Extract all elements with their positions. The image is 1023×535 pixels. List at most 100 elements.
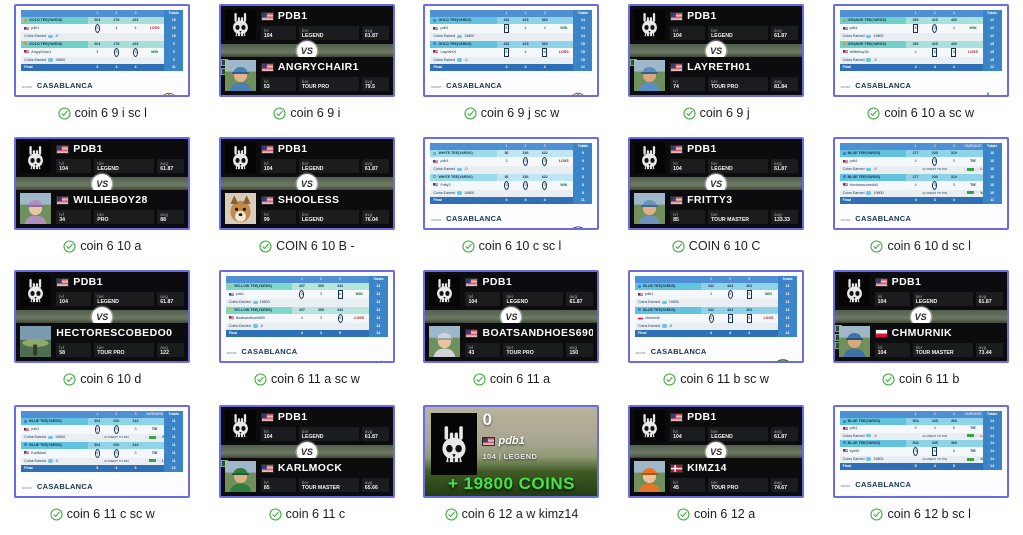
- coins-earned-label: Coins Earned 19800: [21, 56, 88, 64]
- coins-earned-row: Coins Earned -0 9: [430, 166, 593, 174]
- vs-match-card[interactable]: PDB1 lvl 104 tier LEGEND avg 61.87 VS CHMURNIK lv…: [834, 272, 1007, 361]
- coin-win-card[interactable]: 0 pdb1 104 | LEGEND + 19800 COINS: [425, 407, 598, 496]
- vs-match-card[interactable]: PDB1 lvl 104 tier LEGEND avg 61.87 VS WILLIEBOY2…: [16, 139, 189, 228]
- caption[interactable]: coin 6 11 a: [473, 372, 550, 386]
- scorecard-card[interactable]: 1 2 3 Totals BLUE TEE(YARDS) 342 404 402 12 pdb1 4…: [630, 272, 803, 361]
- player-name-line: PDB1: [465, 275, 593, 289]
- match-result: WIN: [349, 290, 369, 300]
- thumbnail[interactable]: PDB1 lvl 104 tier LEGEND avg 61.87 VS LAYRETH01 l…: [628, 4, 805, 97]
- stat-avg: avg 88: [157, 210, 185, 224]
- thumbnail[interactable]: 1 2 3 Totals BLUE TEE(YARDS) 342 404 402 12 pdb1 4…: [628, 270, 805, 363]
- scorecard-card[interactable]: 1 2 3 YARDAGE Totals BLUE TEE(YARDS) 504 435 465…: [834, 407, 1007, 496]
- player-total: 14: [573, 24, 593, 34]
- vs-match-card[interactable]: PDB1 lvl 104 tier LEGEND avg 61.87 VS HECTORESCO…: [16, 272, 189, 361]
- flag-icon-usa: [842, 159, 848, 163]
- caption[interactable]: coin 6 12 a w kimz14: [445, 507, 578, 521]
- player-avatar: [224, 193, 256, 224]
- distance-result: WIN: [145, 434, 165, 442]
- tee-total: 15: [573, 40, 593, 48]
- vs-match-card[interactable]: PDB1 lvl 104 tier LEGEND avg 61.87 VS BOATSANDHO…: [425, 272, 598, 361]
- caption[interactable]: coin 6 10 d sc l: [870, 239, 971, 253]
- tee-row: BLUE TEE(YARDS) 504 435 465 14: [839, 439, 1002, 447]
- coins-earned-row: Coins Earned -0 13: [635, 322, 798, 330]
- stat-lvl: lvl 104: [56, 292, 92, 306]
- player-stats: lvl 104 tier LEGEND avg 61.87: [56, 292, 185, 306]
- vs-match-card[interactable]: PDB1 lvl 104 tier LEGEND avg 61.87 VS KARLMOCK lv…: [220, 407, 393, 496]
- caption[interactable]: coin 6 10 c sc l: [462, 239, 561, 253]
- caption[interactable]: coin 6 9 i: [273, 106, 340, 120]
- coins-earned-row: Coins Earned 19800CLOSEST TO PIN WIN14: [839, 455, 1002, 464]
- thumbnail[interactable]: 0 pdb1 104 | LEGEND + 19800 COINS: [423, 405, 600, 498]
- distance-result: LOSS: [963, 166, 983, 174]
- thumbnail[interactable]: 1 2 3 Totals YELLOW TEE(YARDS) 407 399 344 13 pdb…: [218, 270, 395, 363]
- player-name-line: PDB1: [260, 410, 389, 424]
- hole-score: 6: [330, 290, 350, 300]
- thumbnail[interactable]: PDB1 lvl 104 tier LEGEND avg 61.87 VS KARLMOCK lv…: [218, 405, 395, 498]
- caption[interactable]: coin 6 11 b: [882, 372, 959, 386]
- caption[interactable]: coin 6 11 c: [269, 507, 345, 521]
- player-total: 10: [164, 24, 184, 34]
- scorecard-card[interactable]: 1 2 3 YARDAGE Totals BLUE TEE(YARDS) 504 200 310…: [16, 407, 189, 496]
- vs-match-card[interactable]: PDB1 lvl 104 tier LEGEND avg 61.87 VS FRITTY3 lvl…: [630, 139, 803, 228]
- club-logo: [565, 223, 591, 228]
- scorecard-card[interactable]: 1 2 3 Totals GOLD TEE(YARDS) 432 415 369 14 pdb1 5…: [425, 6, 598, 95]
- caption[interactable]: coin 6 12 a: [677, 507, 755, 521]
- avatar-golfer-photo: [634, 60, 666, 91]
- par-cell: 3: [496, 196, 516, 205]
- caption[interactable]: coin 6 11 a sc w: [254, 372, 360, 386]
- match-result: LOSS: [349, 313, 369, 323]
- thumbnail[interactable]: 1 2 3 Totals ORANGE TEE(YARDS) 352 425 400 12 pdb…: [832, 4, 1009, 97]
- caption[interactable]: coin 6 11 c sc w: [50, 507, 155, 521]
- thumbnail[interactable]: 1 2 3 YARDAGE Totals BLUE TEE(YARDS) 277 300 310…: [832, 137, 1009, 230]
- vs-match-card[interactable]: PDB1 lvl 104 tier LEGEND avg 61.87 VS SHOOLESS lv…: [220, 139, 393, 228]
- tee-name: YELLOW TEE(YARDS): [225, 283, 293, 291]
- thumbnail[interactable]: PDB1 lvl 104 tier LEGEND avg 61.87 VS FRITTY3 lvl…: [628, 137, 805, 230]
- thumbnail[interactable]: PDB1 lvl 104 tier LEGEND avg 61.87 VS HECTORESCO…: [14, 270, 191, 363]
- coins-earned-label: Coins Earned 19800: [21, 434, 88, 442]
- caption[interactable]: coin 6 12 b sc l: [870, 507, 971, 521]
- par-total: 12: [164, 464, 184, 473]
- thumbnail[interactable]: PDB1 lvl 104 tier LEGEND avg 61.87 VS KIMZ14 lvl 4…: [628, 405, 805, 498]
- caption[interactable]: coin 6 9 j sc w: [464, 106, 559, 120]
- thumbnail[interactable]: PDB1 lvl 104 tier LEGEND avg 61.87 VS ANGRYCHAIR…: [218, 4, 395, 97]
- thumbnail[interactable]: 1 2 3 Totals GOLD TEE(YARDS) 263 278 431 10 pdb1 2…: [14, 4, 191, 97]
- club-logo-crossed-clubs-icon: [573, 226, 584, 228]
- scorecard-card[interactable]: 1 2 3 Totals GOLD TEE(YARDS) 263 278 431 10 pdb1 2…: [16, 6, 189, 95]
- player-panel-bot: SHOOLESS lvl 99 tier LEGEND avg 76.04: [220, 190, 393, 228]
- scorecard-card[interactable]: 1 2 3 YARDAGE Totals BLUE TEE(YARDS) 277 300 310…: [834, 139, 1007, 228]
- thumbnail[interactable]: PDB1 lvl 104 tier LEGEND avg 61.87 VS WILLIEBOY2…: [14, 137, 191, 230]
- skull-hand-avatar-icon: [642, 13, 658, 37]
- scorecard-card[interactable]: 1 2 3 Totals YELLOW TEE(YARDS) 407 399 344 13 pdb…: [220, 272, 393, 361]
- caption[interactable]: COIN 6 10 B -: [259, 239, 355, 253]
- match-result: LOSS: [145, 24, 165, 34]
- caption[interactable]: coin 6 9 i sc l: [58, 106, 147, 120]
- vs-match-card[interactable]: PDB1 lvl 104 tier LEGEND avg 61.87 VS KIMZ14 lvl 4…: [630, 407, 803, 496]
- stat-lvl: lvl 45: [670, 478, 706, 492]
- caption[interactable]: COIN 6 10 C: [672, 239, 760, 253]
- yardage-cell: 415: [516, 40, 536, 48]
- caption[interactable]: coin 6 11 b sc w: [663, 372, 769, 386]
- thumbnail[interactable]: PDB1 lvl 104 tier LEGEND avg 61.87 VS SHOOLESS lv…: [218, 137, 395, 230]
- final-label: Final: [635, 329, 702, 338]
- thumbnail[interactable]: PDB1 lvl 104 tier LEGEND avg 61.87 VS BOATSANDHO…: [423, 270, 600, 363]
- player-name-line: PDB1: [260, 142, 389, 156]
- thumbnail[interactable]: 1 2 3 YARDAGE Totals BLUE TEE(YARDS) 504 435 465…: [832, 405, 1009, 498]
- stat-avg: avg 65.66: [361, 478, 389, 492]
- yardage-cell: 404: [720, 306, 740, 314]
- caption[interactable]: coin 6 10 d: [63, 372, 141, 386]
- caption[interactable]: coin 6 10 a: [63, 239, 141, 253]
- hole-score: 4: [292, 313, 312, 323]
- scorecard-card[interactable]: 1 2 3 Totals WHITE TEE(YARDS) 36 336 422 9 pdb1 3 3…: [425, 139, 598, 228]
- thumbnail[interactable]: 1 2 3 YARDAGE Totals BLUE TEE(YARDS) 504 200 310…: [14, 405, 191, 498]
- thumbnail[interactable]: PDB1 lvl 104 tier LEGEND avg 61.87 VS CHMURNIK lv…: [832, 270, 1009, 363]
- caption[interactable]: coin 6 10 a sc w: [867, 106, 974, 120]
- scorecard-card[interactable]: 1 2 3 Totals ORANGE TEE(YARDS) 352 425 400 12 pdb…: [834, 6, 1007, 95]
- yardage-cell: 415: [516, 17, 536, 25]
- vs-match-card[interactable]: PDB1 lvl 104 tier LEGEND avg 61.87 VS ANGRYCHAIR…: [220, 6, 393, 95]
- player-name-line: FRITTY3: [670, 193, 798, 207]
- thumbnail[interactable]: 1 2 3 Totals WHITE TEE(YARDS) 36 336 422 9 pdb1 3 3…: [423, 137, 600, 230]
- skull-hand-avatar-icon: [642, 414, 658, 438]
- thumbnail[interactable]: 1 2 3 Totals GOLD TEE(YARDS) 432 415 369 14 pdb1 5…: [423, 4, 600, 97]
- caption[interactable]: coin 6 9 j: [683, 106, 750, 120]
- vs-match-card[interactable]: PDB1 lvl 104 tier LEGEND avg 61.87 VS LAYRETH01 l…: [630, 6, 803, 95]
